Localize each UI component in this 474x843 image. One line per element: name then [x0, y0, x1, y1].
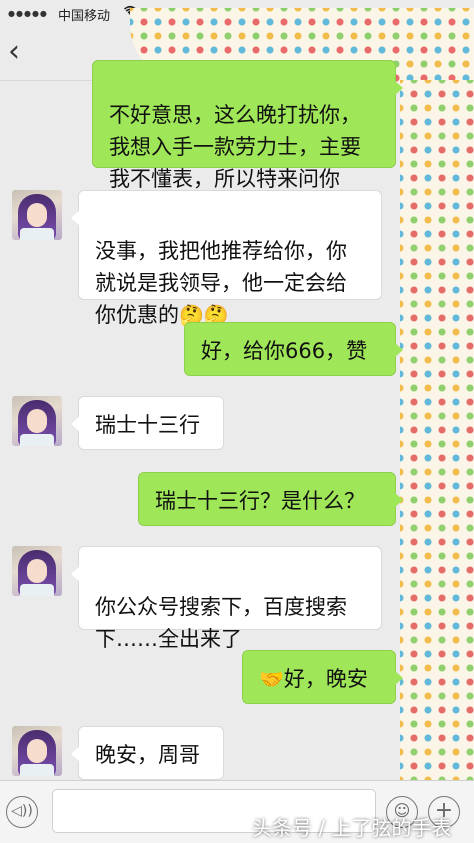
contact-avatar[interactable] — [12, 546, 62, 596]
voice-input-icon[interactable]: ◁)) — [6, 796, 38, 828]
message-bubble-received[interactable]: 没事，我把他推荐给你，你 就说是我领导，他一定会给 你优惠的🤔🤔 — [71, 190, 382, 327]
message-bubble-received[interactable]: 你公众号搜索下，百度搜索 下……全出来了 — [71, 546, 382, 651]
back-arrow-icon[interactable]: ‹ — [8, 32, 20, 72]
message-bubble-sent[interactable]: 好，给你666，赞 — [184, 322, 403, 376]
carrier-name: 中国移动 — [58, 9, 111, 24]
wifi-icon — [122, 4, 138, 20]
status-bar: ●●●●● 中国移动 — [0, 0, 474, 26]
polka-dot-overlay-right — [400, 80, 474, 800]
message-text: 不好意思，这么晚打扰你， 我想入手一款劳力士，主要 我不懂表，所以特来问你 — [109, 103, 361, 191]
message-text: 晚安，周哥 — [95, 743, 200, 767]
message-bubble-received[interactable]: 晚安，周哥 — [71, 726, 224, 780]
message-text: 你公众号搜索下，百度搜索 下……全出来了 — [95, 595, 347, 651]
message-text: 好，给你666，赞 — [201, 339, 368, 363]
contact-avatar[interactable] — [12, 396, 62, 446]
message-bubble-received[interactable]: 瑞士十三行 — [71, 396, 224, 450]
contact-avatar[interactable] — [12, 190, 62, 240]
watermark: 头条号 / 上了弦的手表 — [252, 816, 452, 840]
message-text: 瑞士十三行？是什么？ — [155, 489, 365, 513]
handshake-emoji-icon: 🤝 — [259, 667, 284, 691]
message-bubble-sent[interactable]: 不好意思，这么晚打扰你， 我想入手一款劳力士，主要 我不懂表，所以特来问你 — [92, 60, 403, 191]
message-bubble-sent[interactable]: 🤝好，晚安 — [242, 650, 403, 704]
more-icon[interactable] — [444, 40, 452, 48]
message-text: 瑞士十三行 — [95, 413, 200, 437]
contact-avatar[interactable] — [12, 726, 62, 776]
message-text: 好，晚安 — [283, 667, 368, 691]
signal-strength-icon: ●●●●● — [8, 9, 48, 18]
message-bubble-sent[interactable]: 瑞士十三行？是什么？ — [138, 472, 403, 526]
